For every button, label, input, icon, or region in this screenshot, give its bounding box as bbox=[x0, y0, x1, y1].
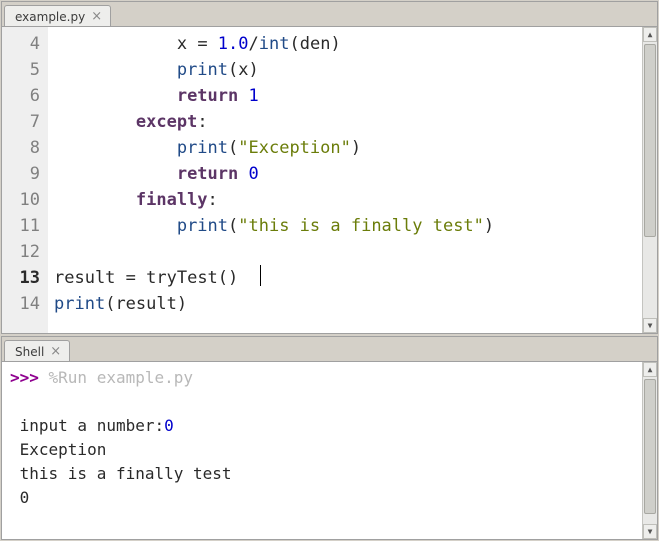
line-number: 12 bbox=[8, 239, 40, 265]
text-cursor bbox=[260, 265, 262, 286]
code-area[interactable]: x = 1.0/int(den) print(x) return 1 excep… bbox=[48, 27, 642, 333]
tab-example-py[interactable]: example.py × bbox=[4, 5, 111, 26]
editor-pane: example.py × 4567891011121314 x = 1.0/in… bbox=[1, 1, 658, 334]
scroll-down-icon[interactable]: ▼ bbox=[643, 524, 657, 539]
close-icon[interactable]: × bbox=[50, 345, 61, 358]
shell-line: input a number:0 bbox=[10, 414, 634, 438]
code-line[interactable]: result = tryTest() bbox=[54, 265, 636, 291]
line-number: 11 bbox=[8, 213, 40, 239]
line-number: 13 bbox=[8, 265, 40, 291]
line-number: 6 bbox=[8, 83, 40, 109]
close-icon[interactable]: × bbox=[91, 10, 102, 23]
tab-label: example.py bbox=[15, 10, 85, 24]
line-number-gutter: 4567891011121314 bbox=[2, 27, 48, 333]
scroll-track[interactable] bbox=[643, 42, 657, 318]
shell-line: this is a finally test bbox=[10, 462, 634, 486]
scroll-up-icon[interactable]: ▲ bbox=[643, 362, 657, 377]
scroll-thumb[interactable] bbox=[644, 44, 656, 237]
code-line[interactable] bbox=[54, 239, 636, 265]
shell-scrollbar-vertical[interactable]: ▲ ▼ bbox=[642, 362, 657, 539]
scroll-track[interactable] bbox=[643, 377, 657, 524]
shell-pane: Shell × >>> %Run example.py input a numb… bbox=[1, 336, 658, 540]
line-number: 4 bbox=[8, 31, 40, 57]
shell-line: Exception bbox=[10, 438, 634, 462]
editor-tabbar: example.py × bbox=[2, 2, 657, 26]
line-number: 7 bbox=[8, 109, 40, 135]
shell-line bbox=[10, 510, 634, 534]
editor-body[interactable]: 4567891011121314 x = 1.0/int(den) print(… bbox=[2, 26, 657, 333]
scroll-up-icon[interactable]: ▲ bbox=[643, 27, 657, 42]
scroll-thumb[interactable] bbox=[644, 379, 656, 514]
code-line[interactable]: return 1 bbox=[54, 83, 636, 109]
shell-output[interactable]: >>> %Run example.py input a number:0 Exc… bbox=[2, 362, 642, 539]
line-number: 14 bbox=[8, 291, 40, 317]
code-line[interactable]: print("Exception") bbox=[54, 135, 636, 161]
editor-scrollbar-vertical[interactable]: ▲ ▼ bbox=[642, 27, 657, 333]
code-line[interactable]: x = 1.0/int(den) bbox=[54, 31, 636, 57]
code-line[interactable]: return 0 bbox=[54, 161, 636, 187]
tab-shell[interactable]: Shell × bbox=[4, 340, 70, 361]
line-number: 8 bbox=[8, 135, 40, 161]
shell-line: >>> bbox=[10, 534, 634, 539]
line-number: 10 bbox=[8, 187, 40, 213]
shell-line: 0 bbox=[10, 486, 634, 510]
shell-tabbar: Shell × bbox=[2, 337, 657, 361]
tab-label: Shell bbox=[15, 345, 44, 359]
line-number: 5 bbox=[8, 57, 40, 83]
scroll-down-icon[interactable]: ▼ bbox=[643, 318, 657, 333]
shell-body[interactable]: >>> %Run example.py input a number:0 Exc… bbox=[2, 361, 657, 539]
code-line[interactable]: print(x) bbox=[54, 57, 636, 83]
line-number: 9 bbox=[8, 161, 40, 187]
code-line[interactable]: except: bbox=[54, 109, 636, 135]
code-line[interactable]: finally: bbox=[54, 187, 636, 213]
shell-line bbox=[10, 390, 634, 414]
shell-line: >>> %Run example.py bbox=[10, 366, 634, 390]
code-line[interactable]: print(result) bbox=[54, 291, 636, 317]
code-line[interactable]: print("this is a finally test") bbox=[54, 213, 636, 239]
